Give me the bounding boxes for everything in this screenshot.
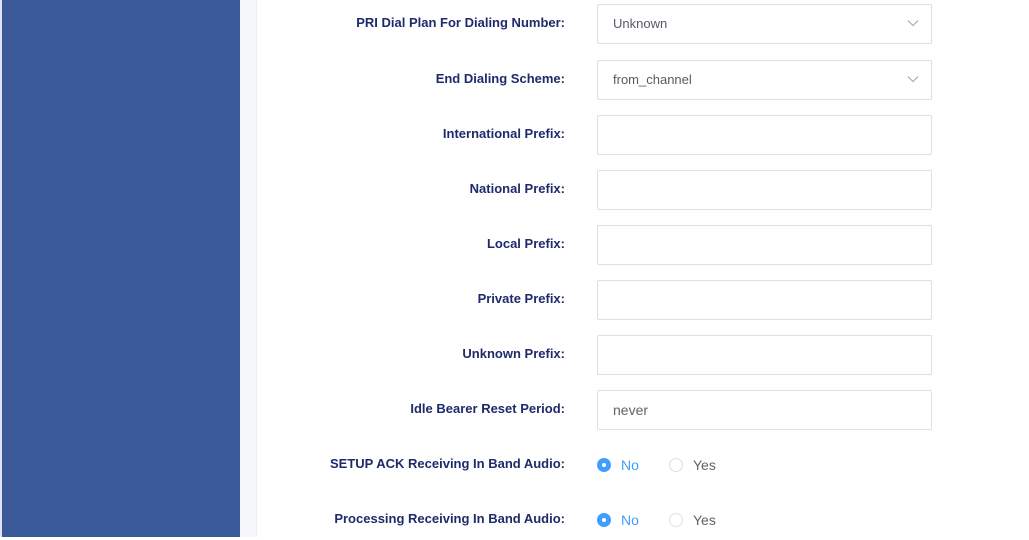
setup-ack-no-label: No bbox=[621, 457, 639, 473]
setup-ack-no-radio[interactable]: No bbox=[597, 445, 639, 485]
unknown-prefix-row: Unknown Prefix: bbox=[257, 335, 1029, 375]
processing-yes-radio[interactable]: Yes bbox=[669, 500, 716, 540]
idle-bearer-row: Idle Bearer Reset Period: bbox=[257, 390, 1029, 430]
intl-prefix-label: International Prefix: bbox=[442, 126, 565, 141]
national-prefix-label: National Prefix: bbox=[469, 181, 565, 196]
setup-ack-row: SETUP ACK Receiving In Band Audio: No Ye… bbox=[257, 445, 1029, 485]
private-prefix-row: Private Prefix: bbox=[257, 280, 1029, 320]
dial-plan-select[interactable]: Unknown bbox=[597, 4, 932, 44]
unknown-prefix-input[interactable] bbox=[597, 335, 932, 375]
processing-no-radio[interactable]: No bbox=[597, 500, 639, 540]
local-prefix-row: Local Prefix: bbox=[257, 225, 1029, 265]
dial-plan-value: Unknown bbox=[613, 16, 668, 31]
national-prefix-row: National Prefix: bbox=[257, 170, 1029, 210]
unknown-prefix-label: Unknown Prefix: bbox=[462, 346, 565, 361]
end-scheme-row: End Dialing Scheme: from_channel bbox=[257, 60, 1029, 100]
sidebar-edge bbox=[240, 0, 257, 537]
radio-unchecked-icon bbox=[669, 513, 683, 527]
national-prefix-input[interactable] bbox=[597, 170, 932, 210]
processing-label: Processing Receiving In Band Audio: bbox=[334, 511, 565, 526]
private-prefix-input[interactable] bbox=[597, 280, 932, 320]
sidebar bbox=[0, 0, 240, 537]
intl-prefix-row: International Prefix: bbox=[257, 115, 1029, 155]
local-prefix-input[interactable] bbox=[597, 225, 932, 265]
processing-no-label: No bbox=[621, 512, 639, 528]
private-prefix-label: Private Prefix: bbox=[477, 291, 565, 306]
dial-plan-row: PRI Dial Plan For Dialing Number: Unknow… bbox=[257, 4, 1029, 44]
setup-ack-yes-label: Yes bbox=[693, 457, 716, 473]
processing-yes-label: Yes bbox=[693, 512, 716, 528]
idle-bearer-input[interactable] bbox=[597, 390, 932, 430]
intl-prefix-input[interactable] bbox=[597, 115, 932, 155]
dial-plan-label: PRI Dial Plan For Dialing Number: bbox=[356, 15, 565, 30]
chevron-down-icon bbox=[907, 76, 919, 83]
end-scheme-label: End Dialing Scheme: bbox=[435, 71, 565, 86]
idle-bearer-label: Idle Bearer Reset Period: bbox=[410, 401, 565, 416]
chevron-down-icon bbox=[907, 20, 919, 27]
setup-ack-yes-radio[interactable]: Yes bbox=[669, 445, 716, 485]
end-scheme-select[interactable]: from_channel bbox=[597, 60, 932, 100]
setup-ack-label: SETUP ACK Receiving In Band Audio: bbox=[330, 456, 565, 471]
radio-unchecked-icon bbox=[669, 458, 683, 472]
local-prefix-label: Local Prefix: bbox=[486, 236, 565, 251]
radio-checked-icon bbox=[597, 458, 611, 472]
radio-checked-icon bbox=[597, 513, 611, 527]
processing-row: Processing Receiving In Band Audio: No Y… bbox=[257, 500, 1029, 540]
end-scheme-value: from_channel bbox=[613, 72, 692, 87]
